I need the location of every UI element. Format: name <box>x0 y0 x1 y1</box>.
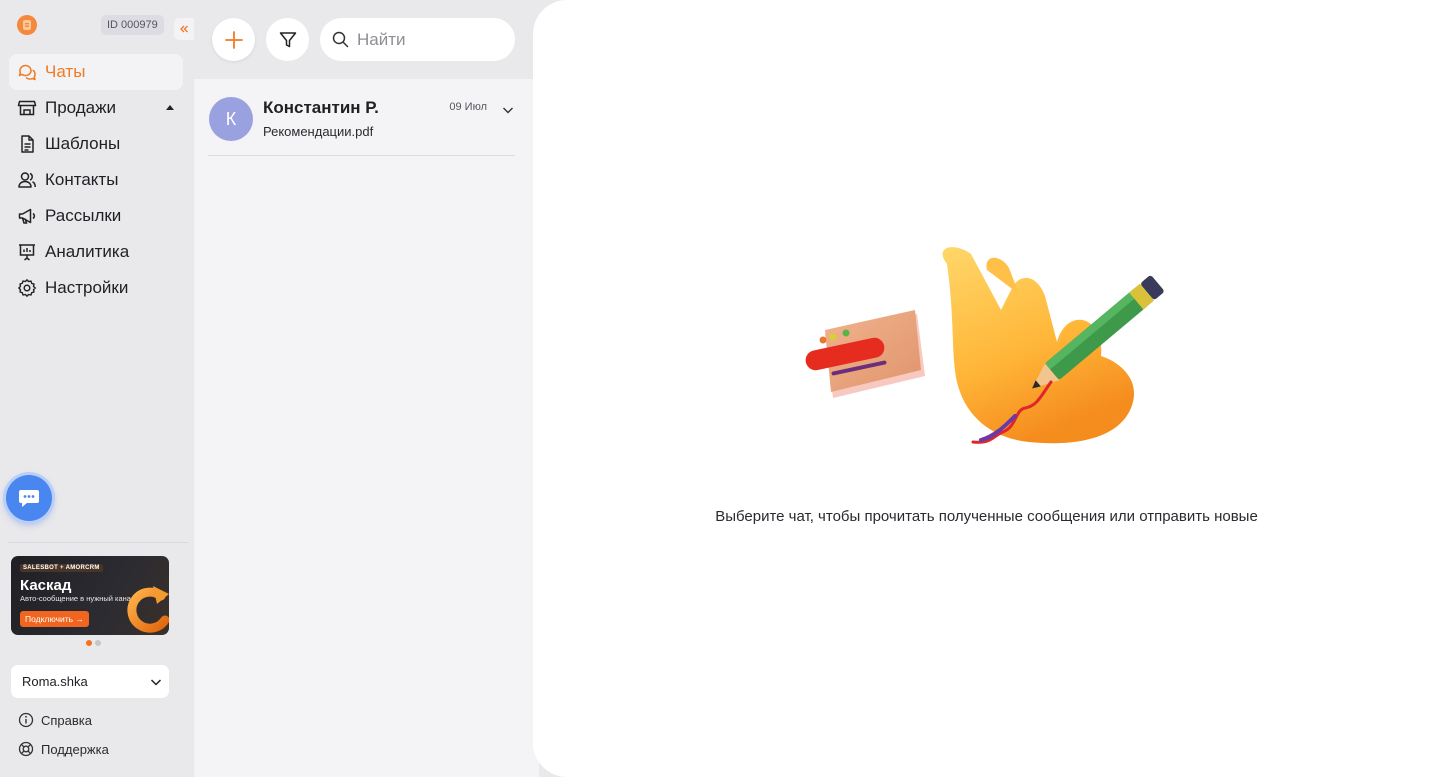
sidebar: ID 000979 Чаты Продажи Шаблоны Контакты … <box>0 0 194 777</box>
sidebar-item-sales[interactable]: Продажи <box>9 90 183 126</box>
chat-list-item[interactable]: К Константин Р. Рекомендации.pdf 09 Июл <box>208 92 515 156</box>
document-icon <box>21 135 34 153</box>
collapse-sidebar-button[interactable] <box>174 18 194 40</box>
caret-up-icon[interactable] <box>166 105 174 110</box>
plus-icon <box>224 30 243 49</box>
carousel-dot[interactable] <box>86 640 92 646</box>
sidebar-item-label: Продажи <box>45 98 116 117</box>
info-icon <box>18 712 34 728</box>
chat-contact-name: Константин Р. <box>263 98 379 117</box>
promo-banner[interactable]: SALESBOT + AMORCRM Каскад Авто-сообщение… <box>11 556 169 635</box>
sidebar-divider <box>8 542 188 543</box>
cycle-arrow-icon <box>127 586 169 633</box>
note-card <box>805 310 925 398</box>
sidebar-nav: Чаты Продажи Шаблоны Контакты Рассылки А… <box>9 54 183 306</box>
sidebar-item-label: Аналитика <box>45 242 130 261</box>
sidebar-item-label: Шаблоны <box>45 134 121 153</box>
gear-icon <box>18 279 36 297</box>
logo-icon <box>23 20 31 30</box>
sidebar-item-label: Рассылки <box>45 206 122 225</box>
chat-list-panel: К Константин Р. Рекомендации.pdf 09 Июл <box>194 0 539 777</box>
chat-list-toolbar <box>194 0 539 79</box>
chat-last-message: Рекомендации.pdf <box>263 124 374 139</box>
sidebar-item-analytics[interactable]: Аналитика <box>9 234 183 270</box>
chat-view: Выберите чат, чтобы прочитать полученные… <box>533 0 1440 777</box>
support-link[interactable]: Поддержка <box>18 741 109 757</box>
hand <box>942 247 1135 444</box>
sidebar-item-label: Настройки <box>45 278 129 297</box>
new-chat-button[interactable] <box>212 18 255 61</box>
sidebar-item-settings[interactable]: Настройки <box>9 270 183 306</box>
support-link-label: Поддержка <box>41 741 109 757</box>
support-chat-button[interactable] <box>6 475 52 521</box>
promo-subtitle: Авто-сообщение в нужный канал <box>20 594 136 603</box>
sidebar-item-label: Чаты <box>45 62 86 81</box>
sidebar-item-chats[interactable]: Чаты <box>9 54 183 90</box>
promo-carousel-dots[interactable] <box>86 640 101 646</box>
search-box[interactable] <box>320 18 515 61</box>
double-chevron-left-icon <box>180 25 188 33</box>
sidebar-item-templates[interactable]: Шаблоны <box>9 126 183 162</box>
promo-tag: SALESBOT + AMORCRM <box>20 564 103 572</box>
chat-date: 09 Июл <box>449 101 487 113</box>
chevron-down-icon <box>150 679 162 686</box>
sidebar-item-label: Контакты <box>45 170 119 189</box>
chat-dots-icon <box>19 490 39 507</box>
search-input[interactable] <box>357 29 497 50</box>
chat-bubbles-icon <box>18 64 36 81</box>
users-icon <box>18 172 36 188</box>
sidebar-item-contacts[interactable]: Контакты <box>9 162 183 198</box>
filter-button[interactable] <box>266 18 309 61</box>
lifebuoy-icon <box>18 741 34 757</box>
carousel-dot[interactable] <box>95 640 101 646</box>
search-icon <box>332 31 349 48</box>
account-select-value: Roma.shka <box>22 674 88 689</box>
store-icon <box>17 100 37 116</box>
sidebar-item-mailings[interactable]: Рассылки <box>9 198 183 234</box>
account-select[interactable]: Roma.shka <box>11 665 169 698</box>
help-link[interactable]: Справка <box>18 712 92 728</box>
chevron-down-icon[interactable] <box>502 104 514 116</box>
megaphone-icon <box>18 208 36 224</box>
filter-funnel-icon <box>279 31 296 47</box>
help-link-label: Справка <box>41 712 92 728</box>
account-id-badge: ID 000979 <box>101 15 164 35</box>
presentation-chart-icon <box>19 244 35 261</box>
hand-writing-illustration <box>805 247 1164 444</box>
empty-state-message: Выберите чат, чтобы прочитать полученные… <box>715 508 1258 525</box>
promo-connect-button[interactable]: Подключить → <box>20 611 89 627</box>
app-logo[interactable] <box>17 15 37 35</box>
promo-title: Каскад <box>20 577 72 594</box>
avatar: К <box>209 97 253 141</box>
